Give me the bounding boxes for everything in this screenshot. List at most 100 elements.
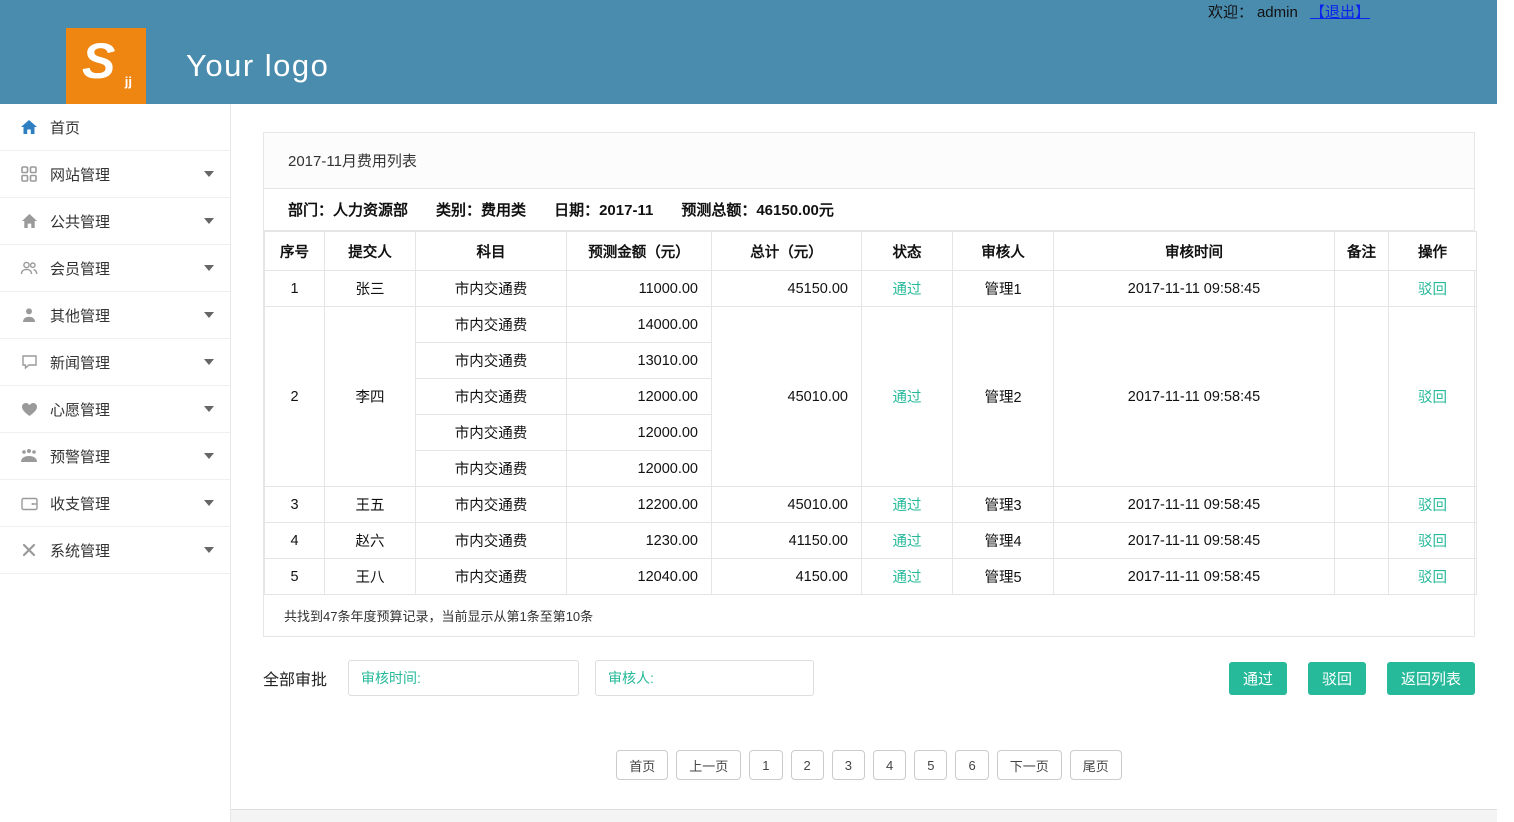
sidebar-item-label: 预警管理 — [50, 446, 110, 467]
page-number-button[interactable]: 3 — [832, 750, 865, 780]
cell-review-time: 2017-11-11 09:58:45 — [1054, 271, 1335, 307]
cell-remark — [1335, 271, 1389, 307]
status-pass-link[interactable]: 通过 — [893, 498, 922, 514]
cell-action: 驳回 — [1389, 523, 1477, 559]
reject-link[interactable]: 驳回 — [1418, 534, 1447, 550]
page-number-button[interactable]: 5 — [914, 750, 947, 780]
page-last-button[interactable]: 尾页 — [1070, 750, 1122, 780]
chevron-down-icon — [204, 453, 214, 459]
sidebar-item-system[interactable]: 系统管理 — [0, 527, 230, 574]
status-pass-link[interactable]: 通过 — [893, 282, 922, 298]
cell-submitter: 赵六 — [325, 523, 416, 559]
sidebar: 首页网站管理公共管理会员管理其他管理新闻管理心愿管理预警管理收支管理系统管理 — [0, 104, 231, 822]
cell-amount: 14000.00 — [567, 307, 712, 343]
status-pass-link[interactable]: 通过 — [893, 534, 922, 550]
cell-total: 41150.00 — [712, 523, 862, 559]
status-pass-link[interactable]: 通过 — [893, 390, 922, 406]
table-row: 1张三市内交通费11000.0045150.00通过管理12017-11-11 … — [265, 271, 1477, 307]
sidebar-item-finance[interactable]: 收支管理 — [0, 480, 230, 527]
cell-amount: 13010.00 — [567, 343, 712, 379]
filter-item: 日期：2017-11 — [554, 199, 653, 220]
chevron-down-icon — [204, 171, 214, 177]
sidebar-item-member[interactable]: 会员管理 — [0, 245, 230, 292]
heart-icon — [16, 402, 42, 417]
alert-icon — [16, 448, 42, 464]
cell-submitter: 李四 — [325, 307, 416, 487]
filter-value: 人力资源部 — [333, 202, 408, 219]
cell-action: 驳回 — [1389, 559, 1477, 595]
approve-button[interactable]: 通过 — [1229, 662, 1287, 695]
reject-button[interactable]: 驳回 — [1308, 662, 1366, 695]
reject-link[interactable]: 驳回 — [1418, 390, 1447, 406]
wallet-icon — [16, 496, 42, 511]
username: admin — [1257, 4, 1298, 21]
cell-total: 45010.00 — [712, 307, 862, 487]
cell-submitter: 张三 — [325, 271, 416, 307]
cell-subject: 市内交通费 — [416, 523, 567, 559]
filter-label: 类别： — [436, 202, 481, 219]
main-content: 2017-11月费用列表 部门：人力资源部类别：费用类日期：2017-11预测总… — [231, 104, 1497, 808]
table-row: 2李四市内交通费14000.0045010.00通过管理22017-11-11 … — [265, 307, 1477, 343]
cell-reviewer: 管理1 — [953, 271, 1054, 307]
sidebar-item-label: 网站管理 — [50, 164, 110, 185]
sidebar-item-home[interactable]: 首页 — [0, 104, 230, 151]
page-number-button[interactable]: 2 — [791, 750, 824, 780]
cell-amount: 1230.00 — [567, 523, 712, 559]
sidebar-item-other[interactable]: 其他管理 — [0, 292, 230, 339]
logo-text: Your logo — [186, 48, 329, 84]
sidebar-item-warning[interactable]: 预警管理 — [0, 433, 230, 480]
logout-link[interactable]: 【退出】 — [1310, 4, 1370, 21]
cell-total: 45150.00 — [712, 271, 862, 307]
approval-buttons: 通过驳回返回列表 — [1229, 662, 1475, 695]
cell-seq: 1 — [265, 271, 325, 307]
cell-reviewer: 管理4 — [953, 523, 1054, 559]
page-next-button[interactable]: 下一页 — [997, 750, 1062, 780]
page-prev-button[interactable]: 上一页 — [676, 750, 741, 780]
sidebar-item-label: 公共管理 — [50, 211, 110, 232]
approval-label: 全部审批 — [263, 666, 327, 690]
welcome-bar: 欢迎：admin 【退出】 — [1208, 1, 1370, 22]
tools-icon — [16, 542, 42, 558]
table-header-row: 序号提交人科目预测金额（元）总计（元）状态审核人审核时间备注操作 — [265, 232, 1477, 271]
grid-icon — [16, 166, 42, 182]
cell-review-time: 2017-11-11 09:58:45 — [1054, 487, 1335, 523]
cell-action: 驳回 — [1389, 307, 1477, 487]
user-icon — [16, 307, 42, 323]
approval-bar: 全部审批 通过驳回返回列表 — [263, 660, 1475, 696]
scrollbar-track[interactable] — [1497, 0, 1514, 822]
sidebar-item-wish[interactable]: 心愿管理 — [0, 386, 230, 433]
header: S jj Your logo 欢迎：admin 【退出】 — [0, 0, 1497, 104]
cell-subject: 市内交通费 — [416, 559, 567, 595]
table-row: 4赵六市内交通费1230.0041150.00通过管理42017-11-11 0… — [265, 523, 1477, 559]
review-time-input[interactable] — [348, 660, 579, 696]
reviewer-input[interactable] — [595, 660, 814, 696]
sidebar-item-label: 收支管理 — [50, 493, 110, 514]
sidebar-item-public[interactable]: 公共管理 — [0, 198, 230, 245]
sidebar-item-label: 首页 — [50, 117, 80, 138]
page-number-button[interactable]: 4 — [873, 750, 906, 780]
chevron-down-icon — [204, 265, 214, 271]
back-to-list-button[interactable]: 返回列表 — [1387, 662, 1475, 695]
filter-item: 类别：费用类 — [436, 199, 526, 220]
logo-letter: S — [82, 32, 115, 90]
logo-sub-text: jj — [125, 74, 132, 89]
cell-subject: 市内交通费 — [416, 451, 567, 487]
logo: S jj — [66, 28, 146, 106]
sidebar-item-site[interactable]: 网站管理 — [0, 151, 230, 198]
reject-link[interactable]: 驳回 — [1418, 570, 1447, 586]
filter-label: 日期： — [554, 202, 599, 219]
cell-action: 驳回 — [1389, 487, 1477, 523]
page-number-button[interactable]: 6 — [955, 750, 988, 780]
page-number-button[interactable]: 1 — [749, 750, 782, 780]
sidebar-item-news[interactable]: 新闻管理 — [0, 339, 230, 386]
sidebar-item-label: 其他管理 — [50, 305, 110, 326]
status-pass-link[interactable]: 通过 — [893, 570, 922, 586]
chevron-down-icon — [204, 500, 214, 506]
reject-link[interactable]: 驳回 — [1418, 282, 1447, 298]
reject-link[interactable]: 驳回 — [1418, 498, 1447, 514]
table-summary: 共找到47条年度预算记录，当前显示从第1条至第10条 — [264, 595, 1474, 636]
chevron-down-icon — [204, 312, 214, 318]
cell-status: 通过 — [862, 307, 953, 487]
page-first-button[interactable]: 首页 — [616, 750, 668, 780]
cell-seq: 3 — [265, 487, 325, 523]
